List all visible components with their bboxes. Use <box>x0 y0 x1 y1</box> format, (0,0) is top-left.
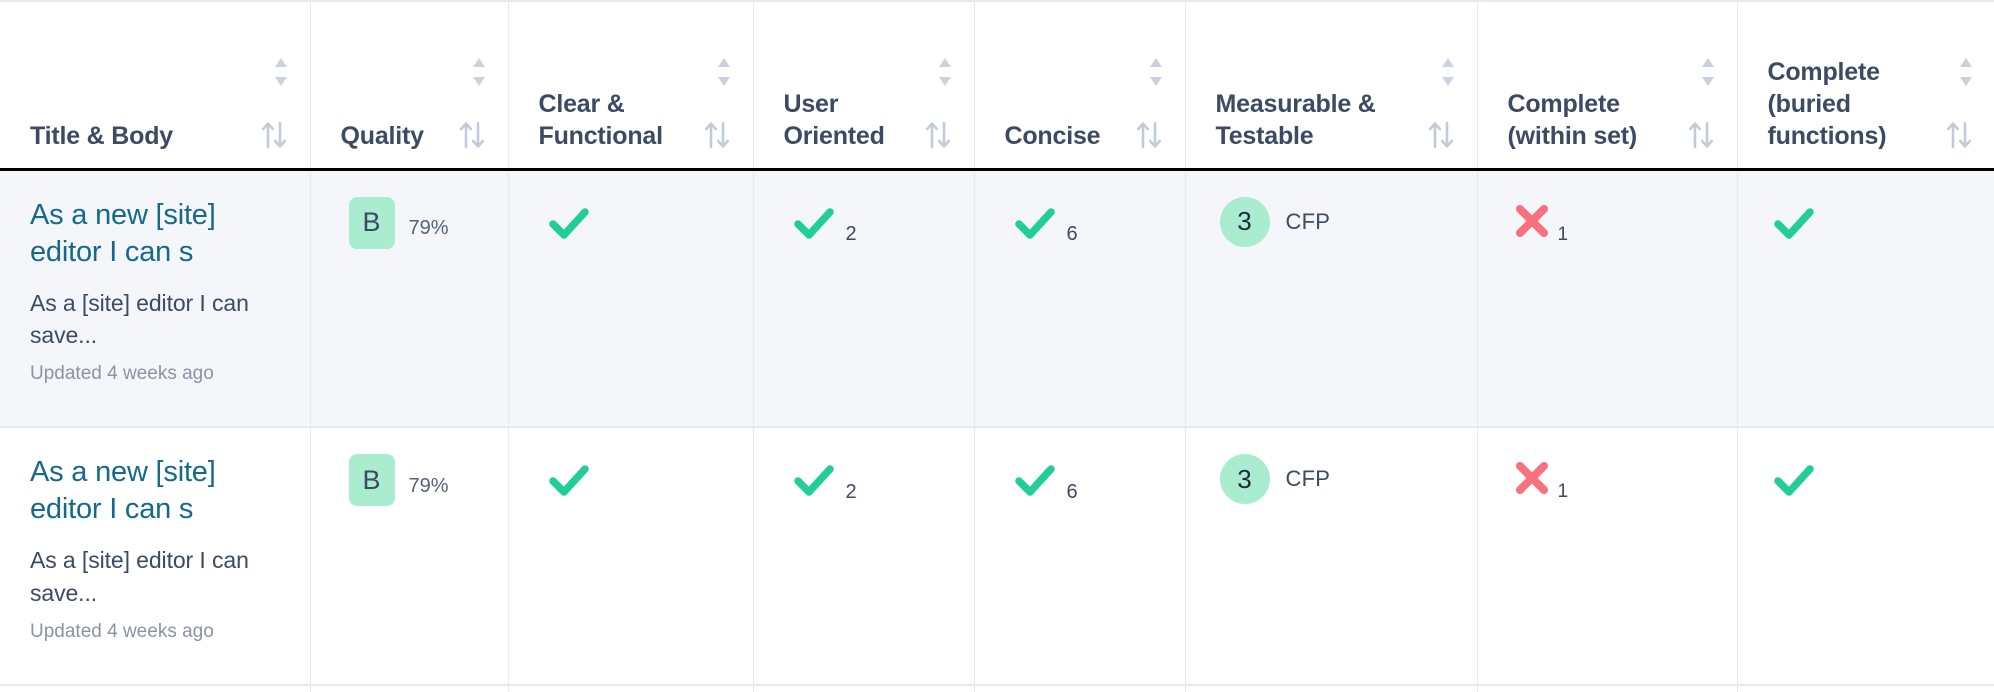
quality-percent: 79% <box>408 474 449 497</box>
check-icon <box>547 201 591 245</box>
column-header-measurable-testable[interactable]: Measurable & Testable <box>1185 0 1478 171</box>
column-header-complete-buried-functions[interactable]: Complete (buried functions) <box>1737 0 1994 171</box>
column-header-clear-functional[interactable]: Clear & Functional <box>508 0 754 171</box>
check-icon <box>792 201 836 245</box>
cell-user-oriented: 2 <box>753 169 975 428</box>
cell-measurable-testable: 3 CFP <box>1185 427 1478 686</box>
check-icon <box>792 458 836 502</box>
caret-updown-icon[interactable] <box>1701 57 1715 87</box>
cell-complete-buried-functions <box>1737 427 1994 686</box>
quality-grade-badge: B <box>348 196 395 249</box>
mark-count: 6 <box>1066 223 1078 245</box>
cross-icon <box>1512 458 1552 498</box>
quality-grade-badge: B <box>348 454 395 506</box>
story-body-text: As a [site] editor I can save... <box>30 289 249 349</box>
cell-measurable-testable <box>1185 685 1478 692</box>
sort-updown-icon[interactable] <box>458 120 486 150</box>
column-header-label: User Oriented <box>783 89 885 150</box>
table-row[interactable] <box>0 685 1994 692</box>
table-body: As a new [site] editor I can s As a [sit… <box>0 169 1994 692</box>
cell-concise: 6 <box>974 169 1186 428</box>
check-icon <box>1013 458 1057 502</box>
cell-clear-functional <box>508 685 754 692</box>
check-icon <box>1013 201 1057 245</box>
cell-measurable-testable: 3 CFP <box>1185 169 1478 428</box>
cell-quality <box>310 685 509 692</box>
cell-concise <box>974 685 1186 692</box>
sort-updown-icon[interactable] <box>1427 120 1455 150</box>
sort-updown-icon[interactable] <box>1945 120 1973 150</box>
cell-complete-buried-functions <box>1737 169 1994 428</box>
cell-title-body[interactable]: As a new [site] editor I can s As a [sit… <box>0 427 311 686</box>
column-header-label: Clear & Functional <box>538 89 664 150</box>
measurable-label: CFP <box>1285 208 1331 234</box>
check-icon <box>1772 458 1816 502</box>
sort-updown-icon[interactable] <box>260 120 288 150</box>
sort-updown-icon[interactable] <box>1687 120 1715 150</box>
cell-clear-functional <box>508 427 754 686</box>
story-title-link[interactable]: As a new [site] editor I can s <box>30 454 280 528</box>
caret-updown-icon[interactable] <box>1149 57 1163 87</box>
column-header-complete-within-set[interactable]: Complete (within set) <box>1477 0 1738 171</box>
column-header-concise[interactable]: Concise <box>974 0 1186 171</box>
cell-quality: B 79% <box>310 169 509 428</box>
caret-updown-icon[interactable] <box>472 57 486 87</box>
cell-quality: B 79% <box>310 427 509 686</box>
check-icon <box>1772 201 1816 245</box>
feature-evaluation-table: Title & Body Quality Clear & Functional … <box>0 0 1994 692</box>
cell-user-oriented: 2 <box>753 427 975 686</box>
caret-updown-icon[interactable] <box>938 57 952 87</box>
column-header-title-body[interactable]: Title & Body <box>0 0 311 171</box>
column-header-label: Quality <box>340 121 425 150</box>
sort-updown-icon[interactable] <box>1135 120 1163 150</box>
column-header-quality[interactable]: Quality <box>310 0 509 171</box>
mark-count: 2 <box>845 480 857 503</box>
mark-count: 1 <box>1557 223 1569 245</box>
measurable-score-badge: 3 <box>1219 454 1270 504</box>
cell-complete-within-set: 1 <box>1477 427 1738 686</box>
quality-percent: 79% <box>408 217 449 239</box>
story-updated-timestamp: Updated 4 weeks ago <box>30 620 214 642</box>
cell-complete-within-set: 1 <box>1477 169 1738 428</box>
column-header-label: Complete (within set) <box>1507 89 1638 150</box>
story-updated-timestamp: Updated 4 weeks ago <box>30 363 214 385</box>
column-header-label: Measurable & Testable <box>1215 89 1376 150</box>
measurable-label: CFP <box>1285 466 1331 491</box>
table-header: Title & Body Quality Clear & Functional … <box>0 0 1994 171</box>
mark-count: 1 <box>1557 481 1569 502</box>
cell-title-body[interactable] <box>0 685 311 692</box>
sort-updown-icon[interactable] <box>703 120 731 150</box>
column-header-user-oriented[interactable]: User Oriented <box>753 0 975 171</box>
measurable-score-badge: 3 <box>1219 196 1270 247</box>
mark-count: 2 <box>845 223 857 245</box>
story-body-text: As a [site] editor I can save... <box>30 547 249 606</box>
cell-complete-buried-functions <box>1737 685 1994 692</box>
column-header-label: Concise <box>1004 121 1101 150</box>
stories-grid: Title & Body Quality Clear & Functional … <box>0 0 1994 692</box>
cross-icon <box>1512 201 1552 241</box>
story-title-link[interactable]: As a new [site] editor I can s <box>30 197 280 271</box>
check-icon <box>547 458 591 502</box>
table-row[interactable]: As a new [site] editor I can s As a [sit… <box>0 169 1994 428</box>
mark-count: 6 <box>1066 480 1078 503</box>
cell-user-oriented <box>753 685 975 692</box>
caret-updown-icon[interactable] <box>1959 57 1973 87</box>
cell-concise: 6 <box>974 427 1186 686</box>
cell-title-body[interactable]: As a new [site] editor I can s As a [sit… <box>0 169 311 428</box>
header-row: Title & Body Quality Clear & Functional … <box>0 0 1994 171</box>
table-row[interactable]: As a new [site] editor I can s As a [sit… <box>0 427 1994 686</box>
column-header-label: Title & Body <box>30 121 173 150</box>
caret-updown-icon[interactable] <box>1441 57 1455 87</box>
cell-clear-functional <box>508 169 754 428</box>
sort-updown-icon[interactable] <box>924 120 952 150</box>
caret-updown-icon[interactable] <box>274 57 288 87</box>
column-header-label: Complete (buried functions) <box>1767 57 1887 150</box>
caret-updown-icon[interactable] <box>717 57 731 87</box>
cell-complete-within-set <box>1477 685 1738 692</box>
